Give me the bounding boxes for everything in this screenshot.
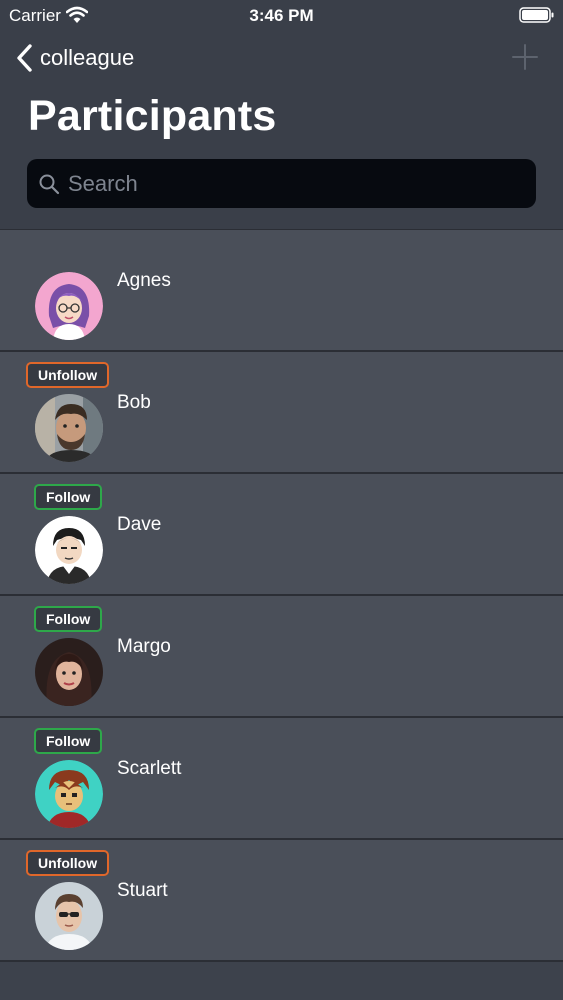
follow-button[interactable]: Follow	[34, 484, 103, 510]
bob-avatar	[35, 394, 103, 462]
back-button[interactable]: colleague	[14, 42, 134, 74]
status-bar: Carrier 3:46 PM	[0, 0, 563, 30]
participant-name: Agnes	[117, 270, 171, 291]
dave-avatar	[35, 516, 103, 584]
unfollow-button[interactable]: Unfollow	[26, 362, 110, 388]
participant-row-dave[interactable]: Follow Dave	[0, 474, 563, 596]
follow-button[interactable]: Follow	[34, 728, 103, 754]
participant-name: Bob	[117, 392, 151, 413]
stuart-avatar	[35, 882, 103, 950]
back-button-label: colleague	[40, 45, 135, 70]
search-bar[interactable]	[27, 159, 536, 208]
participant-row-margo[interactable]: Follow Margo	[0, 596, 563, 718]
participant-row-stuart[interactable]: Unfollow Stuart	[0, 840, 563, 962]
follow-button[interactable]: Follow	[34, 606, 103, 632]
participant-name: Dave	[117, 514, 162, 535]
participant-row-bob[interactable]: Unfollow Bob	[0, 352, 563, 474]
status-time: 3:46 PM	[249, 6, 314, 25]
scarlett-avatar	[35, 760, 103, 828]
participant-name: Stuart	[117, 880, 168, 901]
participant-name: Scarlett	[117, 758, 182, 779]
participant-row-scarlett[interactable]: Follow Scarlett	[0, 718, 563, 840]
battery-icon	[519, 7, 554, 23]
back-chevron-icon	[17, 44, 32, 72]
search-icon	[39, 174, 60, 194]
page-title: Participants	[28, 92, 277, 140]
participant-row-agnes[interactable]: Agnes	[0, 229, 563, 352]
participants-list: Agnes Unfollow Bob Follow Dave Follow Ma…	[0, 229, 563, 962]
participant-name: Margo	[117, 636, 171, 657]
margo-avatar	[35, 638, 103, 706]
header-area: Carrier 3:46 PM colleague Participants	[0, 0, 563, 229]
unfollow-button[interactable]: Unfollow	[26, 850, 110, 876]
search-input[interactable]	[68, 163, 508, 204]
agnes-avatar	[35, 272, 103, 340]
add-icon[interactable]	[511, 43, 539, 71]
